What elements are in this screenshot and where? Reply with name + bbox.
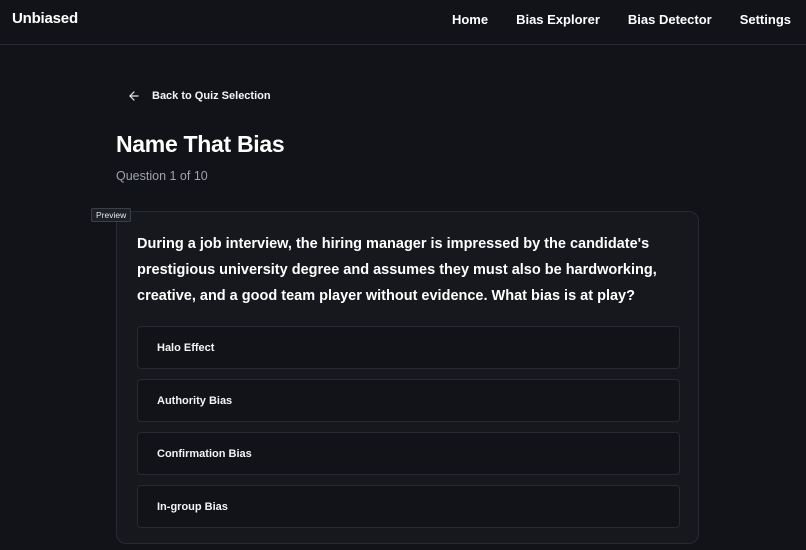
answer-option-label: Halo Effect [157, 341, 215, 354]
nav-home[interactable]: Home [452, 12, 488, 27]
nav-bias-explorer[interactable]: Bias Explorer [516, 12, 600, 27]
question-card: During a job interview, the hiring manag… [116, 211, 699, 544]
nav-bias-detector[interactable]: Bias Detector [628, 12, 712, 27]
answer-option-authority-bias[interactable]: Authority Bias [137, 379, 680, 422]
main-nav: Home Bias Explorer Bias Detector Setting… [452, 12, 791, 27]
answer-option-label: In-group Bias [157, 500, 228, 513]
answer-option-label: Confirmation Bias [157, 447, 252, 460]
question-progress: Question 1 of 10 [116, 169, 208, 183]
top-navigation-bar: Unbiased Home Bias Explorer Bias Detecto… [0, 0, 806, 45]
answer-option-in-group-bias[interactable]: In-group Bias [137, 485, 680, 528]
page-title: Name That Bias [116, 131, 285, 157]
answer-option-confirmation-bias[interactable]: Confirmation Bias [137, 432, 680, 475]
answer-options: Halo Effect Authority Bias Confirmation … [137, 326, 680, 538]
brand-logo[interactable]: Unbiased [12, 10, 78, 27]
arrow-left-icon [129, 91, 139, 101]
answer-option-label: Authority Bias [157, 394, 233, 407]
preview-badge: Preview [91, 208, 132, 222]
question-text: During a job interview, the hiring manag… [137, 236, 657, 304]
nav-settings[interactable]: Settings [740, 12, 791, 27]
answer-option-halo-effect[interactable]: Halo Effect [137, 326, 680, 369]
back-button-label: Back to Quiz Selection [152, 90, 271, 102]
back-to-quiz-selection-button[interactable]: Back to Quiz Selection [127, 89, 271, 103]
